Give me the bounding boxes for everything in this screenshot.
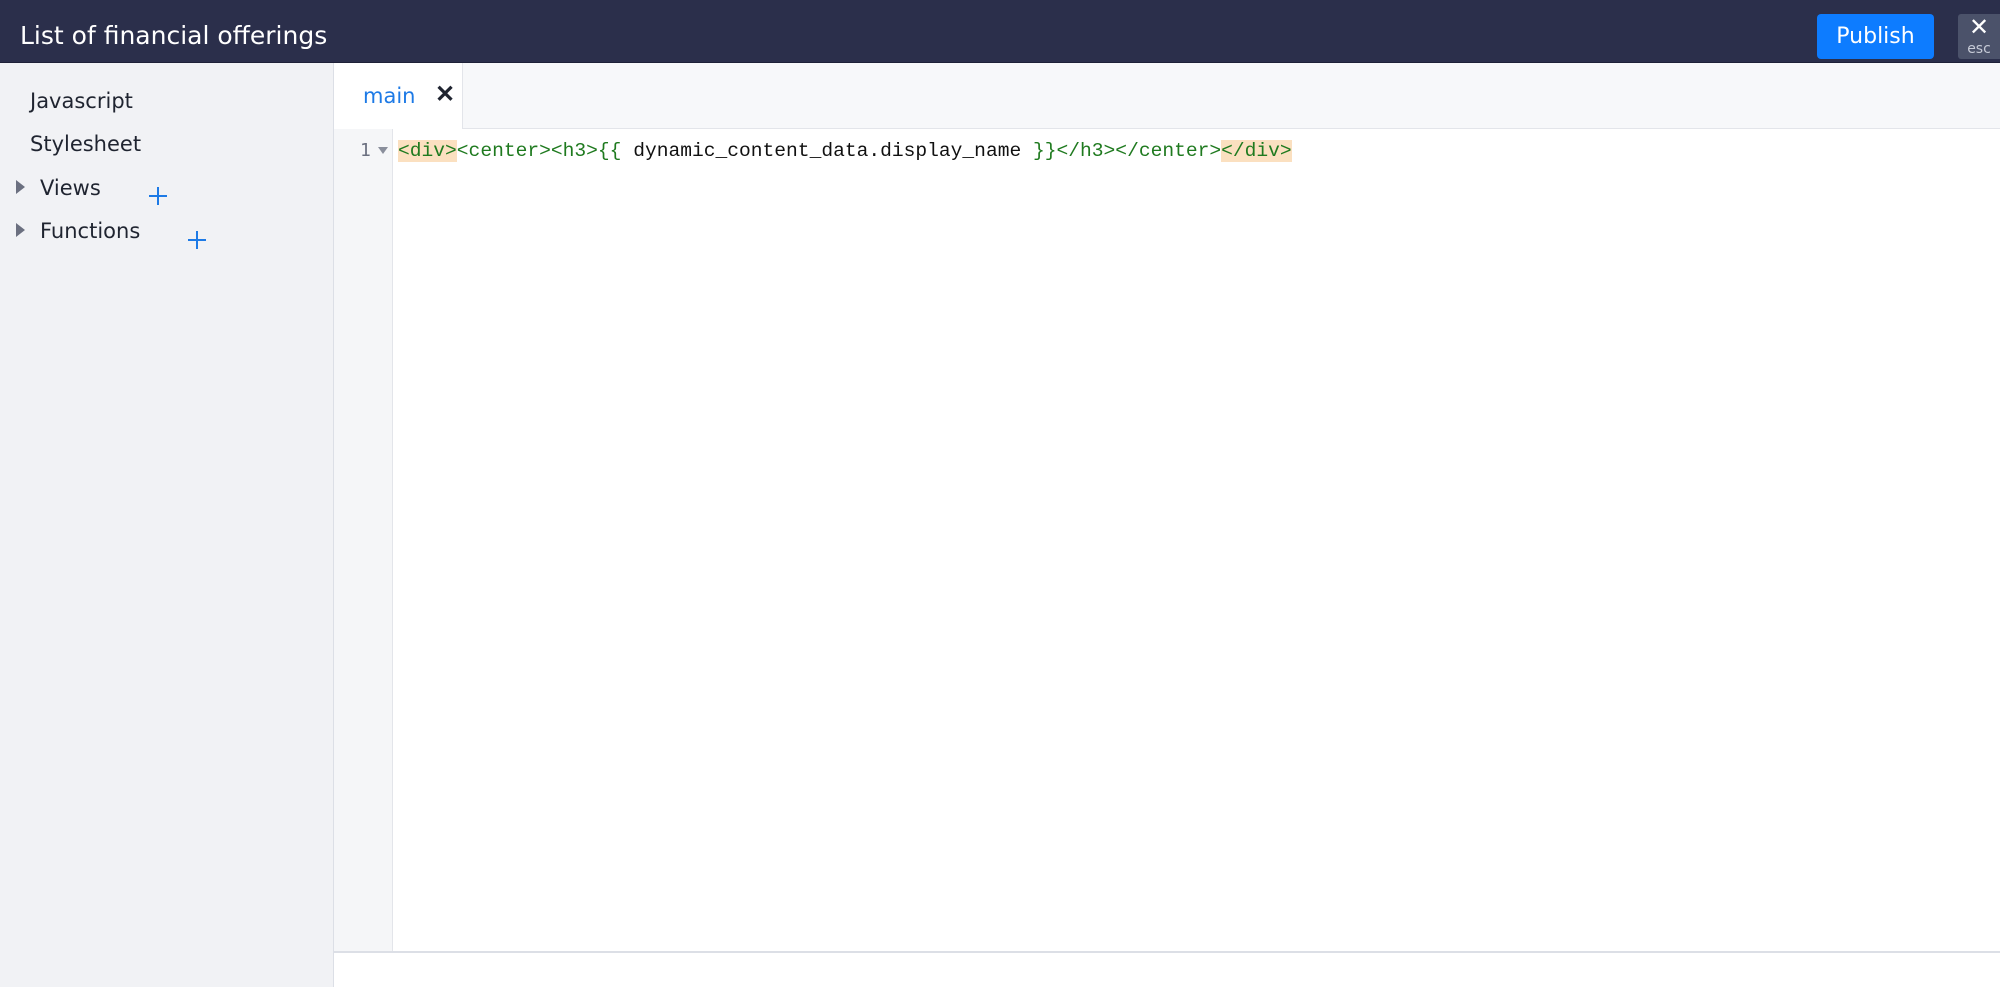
sidebar-item-stylesheet[interactable]: Stylesheet xyxy=(30,124,141,164)
publish-button[interactable]: Publish xyxy=(1817,14,1934,59)
add-function-plus-icon[interactable] xyxy=(188,231,206,249)
esc-hint: esc xyxy=(1967,41,1991,57)
tab-label[interactable]: main xyxy=(363,63,415,129)
tab-main[interactable]: main ✕ xyxy=(334,63,463,129)
code-token-open-div: <div> xyxy=(398,140,457,162)
code-token-brace-open: {{ xyxy=(597,140,622,162)
tab-bar: main ✕ xyxy=(334,63,2000,129)
sidebar-item-javascript[interactable]: Javascript xyxy=(30,81,133,121)
tree-label-views[interactable]: Views xyxy=(40,168,101,208)
editor-status-bar xyxy=(334,951,2000,989)
close-button[interactable]: ✕ esc xyxy=(1958,14,2000,59)
sidebar: Javascript Stylesheet Views Functions xyxy=(0,63,334,987)
add-view-plus-icon[interactable] xyxy=(149,187,167,205)
editor-gutter: 1 xyxy=(334,129,393,951)
code-token-close-tags: </h3></center> xyxy=(1056,140,1222,162)
caret-right-icon[interactable] xyxy=(16,223,25,237)
line-number: 1 xyxy=(360,140,371,161)
caret-right-icon[interactable] xyxy=(16,180,25,194)
tree-row-views: Views xyxy=(0,168,333,208)
code-line[interactable]: <div><center><h3>{{ dynamic_content_data… xyxy=(398,137,1292,165)
top-bar: List of financial offerings Publish ✕ es… xyxy=(0,0,2000,63)
code-token-brace-close: }} xyxy=(1032,140,1057,162)
tree-row-functions: Functions xyxy=(0,211,333,251)
tree-label-functions[interactable]: Functions xyxy=(40,211,140,251)
code-editor[interactable]: 1 <div><center><h3>{{ dynamic_content_da… xyxy=(334,129,2000,951)
code-token-expression: dynamic_content_data.display_name xyxy=(621,140,1033,162)
code-token-tags: <center><h3> xyxy=(456,140,598,162)
code-token-close-div: </div> xyxy=(1221,140,1292,162)
close-icon: ✕ xyxy=(1968,14,1990,41)
close-tab-icon[interactable]: ✕ xyxy=(434,83,456,107)
page-title: List of financial offerings xyxy=(20,21,328,50)
fold-caret-icon[interactable] xyxy=(378,147,388,154)
